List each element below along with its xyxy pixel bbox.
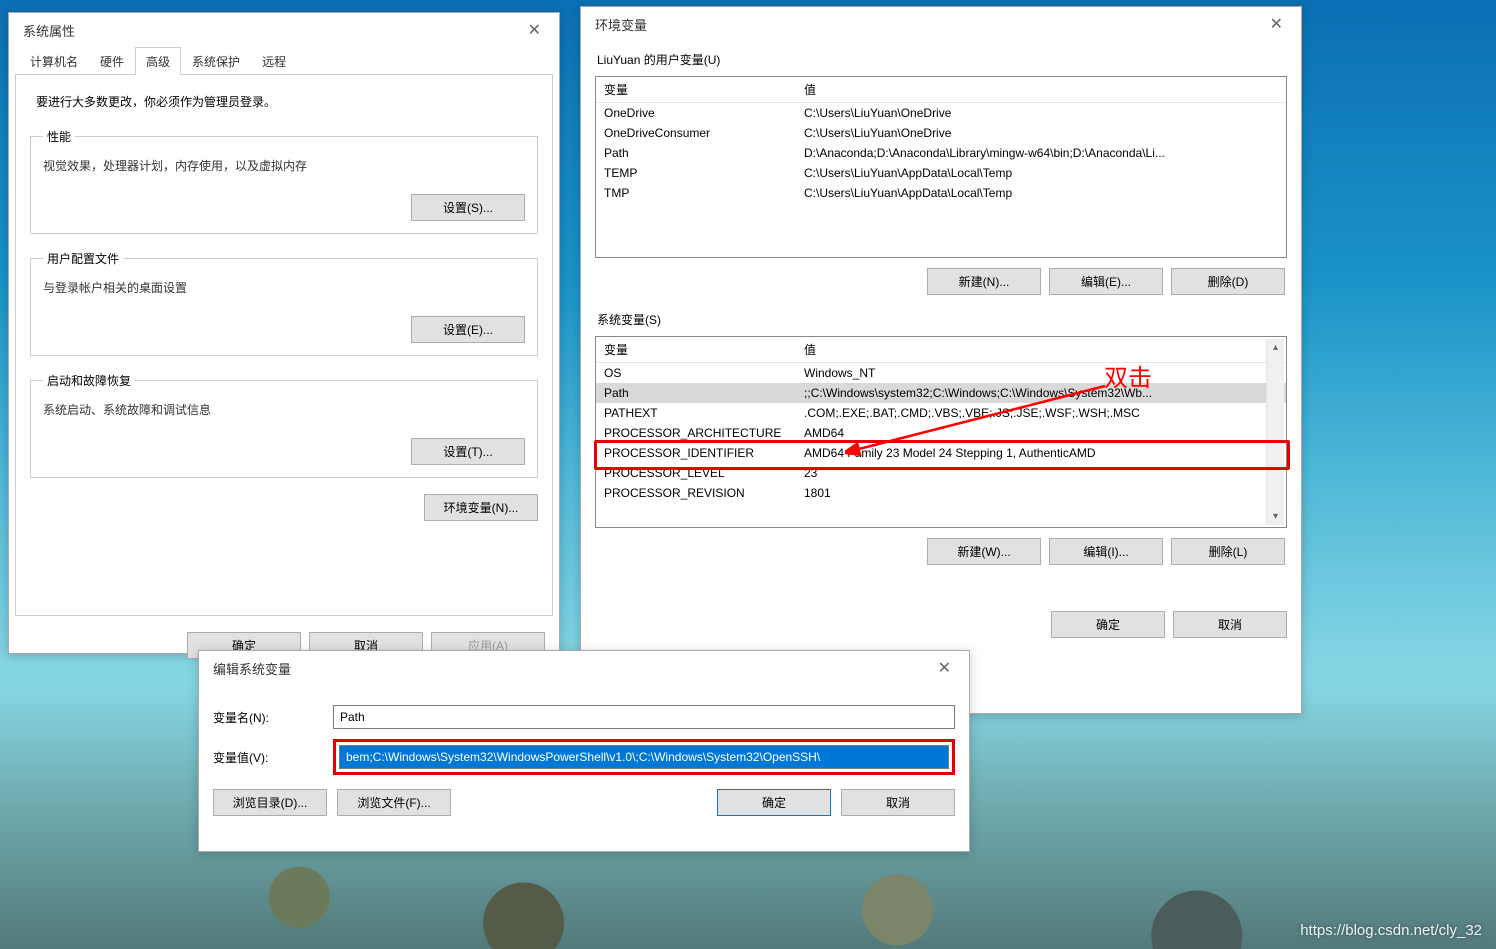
list-row[interactable]: OneDriveC:\Users\LiuYuan\OneDrive (596, 103, 1286, 124)
close-icon[interactable]: ✕ (1260, 12, 1293, 36)
window-title: 环境变量 (595, 15, 647, 34)
list-header: 变量 值 (596, 77, 1286, 103)
env-vars-button[interactable]: 环境变量(N)... (424, 494, 538, 521)
user-profile-text: 与登录帐户相关的桌面设置 (43, 275, 525, 308)
user-profile-legend: 用户配置文件 (43, 250, 123, 267)
user-profile-group: 用户配置文件 与登录帐户相关的桌面设置 设置(E)... (30, 250, 538, 356)
list-row[interactable]: TEMPC:\Users\LiuYuan\AppData\Local\Temp (596, 163, 1286, 183)
startup-settings-button[interactable]: 设置(T)... (411, 438, 525, 465)
col-value[interactable]: 值 (796, 77, 1286, 103)
startup-group: 启动和故障恢复 系统启动、系统故障和调试信息 设置(T)... (30, 372, 538, 478)
list-row[interactable]: OneDriveConsumerC:\Users\LiuYuan\OneDriv… (596, 123, 1286, 143)
window-title: 系统属性 (23, 21, 75, 40)
user-vars-heading: LiuYuan 的用户变量(U) (595, 51, 1287, 72)
list-row[interactable]: PROCESSOR_REVISION1801 (596, 483, 1286, 503)
delete-sys-var-button[interactable]: 删除(L) (1171, 538, 1285, 565)
edit-sys-var-button[interactable]: 编辑(I)... (1049, 538, 1163, 565)
list-row[interactable]: PROCESSOR_IDENTIFIERAMD64 Family 23 Mode… (596, 443, 1286, 463)
cancel-button[interactable]: 取消 (841, 789, 955, 816)
new-user-var-button[interactable]: 新建(N)... (927, 268, 1041, 295)
col-value[interactable]: 值 (796, 337, 1286, 363)
list-row[interactable]: OSWindows_NT (596, 363, 1286, 384)
watermark: https://blog.csdn.net/cly_32 (1300, 922, 1482, 939)
user-vars-list[interactable]: 变量 值 OneDriveC:\Users\LiuYuan\OneDrive O… (595, 76, 1287, 258)
performance-legend: 性能 (43, 128, 75, 145)
list-header: 变量 值 (596, 337, 1286, 363)
performance-settings-button[interactable]: 设置(S)... (411, 194, 525, 221)
titlebar: 环境变量 ✕ (581, 7, 1301, 41)
tab-remote[interactable]: 远程 (251, 47, 297, 75)
close-icon[interactable]: ✕ (928, 656, 961, 680)
list-row[interactable]: PATHEXT.COM;.EXE;.BAT;.CMD;.VBS;.VBE;.JS… (596, 403, 1286, 423)
ok-button[interactable]: 确定 (1051, 611, 1165, 638)
sys-vars-heading: 系统变量(S) (595, 311, 1287, 332)
close-icon[interactable]: ✕ (518, 18, 551, 42)
user-profile-settings-button[interactable]: 设置(E)... (411, 316, 525, 343)
edit-system-variable-window: 编辑系统变量 ✕ 变量名(N): 变量值(V): 浏览目录(D)... 浏览文件… (198, 650, 970, 852)
scroll-down-icon[interactable]: ▾ (1267, 508, 1284, 525)
tab-hardware[interactable]: 硬件 (89, 47, 135, 75)
delete-user-var-button[interactable]: 删除(D) (1171, 268, 1285, 295)
tab-computer-name[interactable]: 计算机名 (19, 47, 89, 75)
var-name-label: 变量名(N): (213, 709, 333, 726)
startup-text: 系统启动、系统故障和调试信息 (43, 397, 525, 430)
edit-user-var-button[interactable]: 编辑(E)... (1049, 268, 1163, 295)
scroll-up-icon[interactable]: ▴ (1267, 339, 1284, 356)
environment-variables-window: 环境变量 ✕ LiuYuan 的用户变量(U) 变量 值 OneDriveC:\… (580, 6, 1302, 714)
col-variable[interactable]: 变量 (596, 337, 796, 363)
tab-strip: 计算机名 硬件 高级 系统保护 远程 (15, 47, 553, 75)
ok-button[interactable]: 确定 (717, 789, 831, 816)
var-name-input[interactable] (333, 705, 955, 729)
performance-text: 视觉效果，处理器计划，内存使用，以及虚拟内存 (43, 153, 525, 186)
new-sys-var-button[interactable]: 新建(W)... (927, 538, 1041, 565)
col-variable[interactable]: 变量 (596, 77, 796, 103)
list-row[interactable]: PROCESSOR_ARCHITECTUREAMD64 (596, 423, 1286, 443)
list-row[interactable]: PROCESSOR_LEVEL23 (596, 463, 1286, 483)
admin-note: 要进行大多数更改，你必须作为管理员登录。 (30, 85, 538, 118)
startup-legend: 启动和故障恢复 (43, 372, 135, 389)
tab-system-protection[interactable]: 系统保护 (181, 47, 251, 75)
titlebar: 系统属性 ✕ (9, 13, 559, 47)
var-value-input[interactable] (339, 745, 949, 769)
scrollbar[interactable]: ▴ ▾ (1266, 339, 1284, 525)
list-row-path[interactable]: Path;;C:\Windows\system32;C:\Windows;C:\… (596, 383, 1286, 403)
list-row[interactable]: PathD:\Anaconda;D:\Anaconda\Library\ming… (596, 143, 1286, 163)
titlebar: 编辑系统变量 ✕ (199, 651, 969, 685)
performance-group: 性能 视觉效果，处理器计划，内存使用，以及虚拟内存 设置(S)... (30, 128, 538, 234)
system-properties-window: 系统属性 ✕ 计算机名 硬件 高级 系统保护 远程 要进行大多数更改，你必须作为… (8, 12, 560, 654)
browse-dir-button[interactable]: 浏览目录(D)... (213, 789, 327, 816)
var-value-label: 变量值(V): (213, 749, 333, 766)
cancel-button[interactable]: 取消 (1173, 611, 1287, 638)
list-row[interactable]: TMPC:\Users\LiuYuan\AppData\Local\Temp (596, 183, 1286, 203)
browse-file-button[interactable]: 浏览文件(F)... (337, 789, 451, 816)
tab-advanced[interactable]: 高级 (135, 47, 181, 75)
window-title: 编辑系统变量 (213, 659, 291, 678)
sys-vars-list[interactable]: 变量 值 OSWindows_NT Path;;C:\Windows\syste… (595, 336, 1287, 528)
